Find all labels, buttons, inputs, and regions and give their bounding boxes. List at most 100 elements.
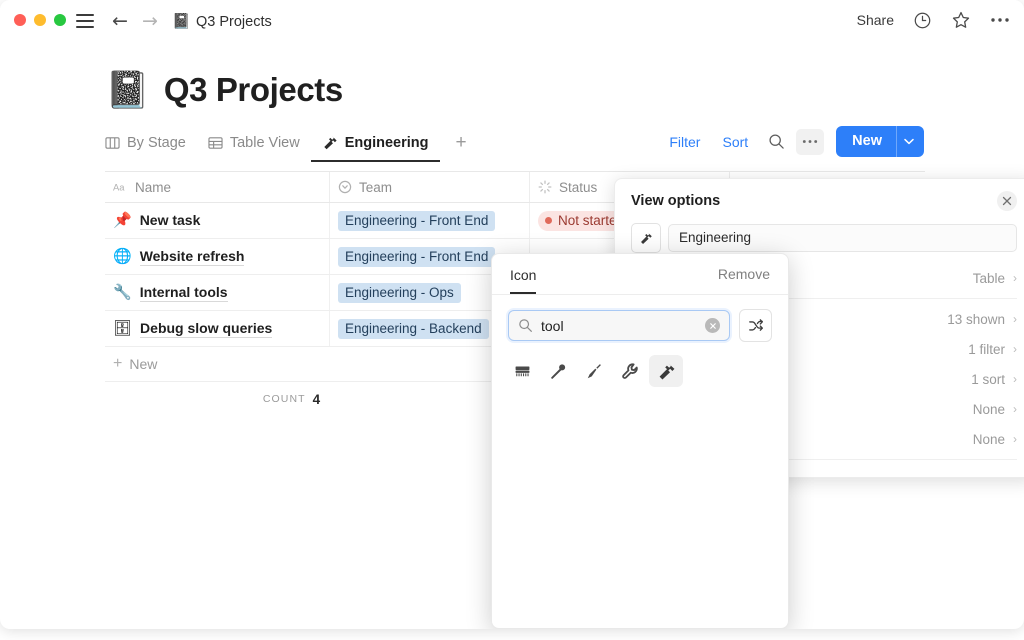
forward-arrow-icon[interactable]: → bbox=[142, 12, 158, 31]
view-option-value: 1 filter bbox=[968, 342, 1005, 357]
chevron-right-icon: › bbox=[1013, 271, 1017, 285]
view-option-value-wrap: 1 sort › bbox=[971, 372, 1017, 387]
tab-label: Table View bbox=[230, 135, 300, 151]
microphone-icon[interactable] bbox=[541, 355, 575, 387]
icon-picker-popup: Icon Remove tool bbox=[491, 253, 789, 629]
view-options-header: View options bbox=[631, 179, 1017, 223]
view-option-value-wrap: None › bbox=[973, 402, 1017, 417]
icon-picker-header: Icon Remove bbox=[492, 254, 788, 295]
cell-team[interactable]: Engineering - Front End bbox=[330, 203, 530, 238]
shuffle-icon[interactable] bbox=[739, 309, 772, 342]
view-option-value: None bbox=[973, 432, 1005, 447]
globe-icon: 🌐 bbox=[113, 248, 132, 266]
cell-name[interactable]: 🗄 Debug slow queries bbox=[105, 311, 330, 346]
count-value: 4 bbox=[313, 392, 321, 407]
count-summary[interactable]: COUNT 4 bbox=[105, 382, 478, 416]
more-options-icon[interactable] bbox=[990, 17, 1010, 23]
tab-engineering[interactable]: Engineering bbox=[311, 135, 440, 162]
select-circle-icon bbox=[338, 180, 352, 194]
sidebar-toggle-icon[interactable] bbox=[76, 14, 94, 28]
tab-table-view[interactable]: Table View bbox=[197, 135, 311, 162]
view-tabs: By Stage Table View bbox=[105, 134, 477, 162]
clear-search-icon[interactable] bbox=[705, 318, 720, 333]
record-title[interactable]: New task bbox=[140, 212, 201, 230]
breadcrumb[interactable]: Q3 Projects bbox=[196, 12, 272, 32]
view-name-row: Engineering bbox=[631, 223, 1017, 253]
board-columns-icon bbox=[105, 136, 120, 150]
clock-icon[interactable] bbox=[913, 11, 932, 30]
icon-results-grid bbox=[492, 342, 788, 387]
team-badge: Engineering - Ops bbox=[338, 283, 461, 303]
file-cabinet-icon: 🗄 bbox=[113, 320, 132, 338]
status-dot-icon bbox=[545, 217, 552, 224]
cell-name[interactable]: 📌 New task bbox=[105, 203, 330, 238]
view-option-value: 13 shown bbox=[947, 312, 1005, 327]
column-header-label: Team bbox=[359, 180, 392, 195]
view-tabs-row: By Stage Table View bbox=[0, 134, 1024, 171]
view-icon-button[interactable] bbox=[631, 223, 661, 253]
wrench-icon[interactable] bbox=[613, 355, 647, 387]
page-emoji-icon[interactable]: 📓 bbox=[105, 68, 150, 112]
hammer-icon[interactable] bbox=[649, 355, 683, 387]
svg-text:Aa: Aa bbox=[113, 182, 125, 192]
view-more-options-button[interactable] bbox=[796, 129, 824, 155]
wrench-icon: 🔧 bbox=[113, 284, 132, 302]
record-title[interactable]: Debug slow queries bbox=[140, 320, 272, 338]
add-new-record-label: New bbox=[129, 356, 157, 372]
record-title[interactable]: Internal tools bbox=[140, 284, 228, 302]
title-bar: ← → 📓 Q3 Projects Share bbox=[0, 0, 1024, 46]
view-options-title: View options bbox=[631, 193, 720, 209]
view-option-value-wrap: None › bbox=[973, 432, 1017, 447]
count-label: COUNT bbox=[263, 393, 306, 405]
view-option-value: Table bbox=[973, 271, 1005, 286]
app-window: ← → 📓 Q3 Projects Share bbox=[0, 0, 1024, 629]
record-title[interactable]: Website refresh bbox=[140, 248, 245, 266]
chevron-right-icon: › bbox=[1013, 432, 1017, 446]
chevron-right-icon: › bbox=[1013, 402, 1017, 416]
column-header-name[interactable]: Aa Name bbox=[105, 172, 330, 202]
team-badge: Engineering - Front End bbox=[338, 211, 495, 231]
sort-button[interactable]: Sort bbox=[714, 129, 756, 155]
icon-search-value[interactable]: tool bbox=[541, 318, 697, 334]
close-window-button[interactable] bbox=[14, 14, 26, 26]
maximize-window-button[interactable] bbox=[54, 14, 66, 26]
search-icon[interactable] bbox=[762, 129, 790, 155]
brush-icon[interactable] bbox=[505, 355, 539, 387]
hammer-icon bbox=[322, 135, 338, 150]
view-name-input[interactable]: Engineering bbox=[668, 224, 1017, 252]
minimize-window-button[interactable] bbox=[34, 14, 46, 26]
column-header-label: Name bbox=[135, 180, 171, 195]
back-arrow-icon[interactable]: ← bbox=[112, 12, 128, 31]
titlebar-actions: Share bbox=[857, 10, 1010, 30]
add-view-button[interactable]: + bbox=[440, 134, 477, 162]
table-grid-icon bbox=[208, 136, 223, 150]
tab-by-stage[interactable]: By Stage bbox=[105, 135, 197, 162]
tab-label: Engineering bbox=[345, 135, 429, 151]
screwdriver-icon[interactable] bbox=[577, 355, 611, 387]
share-button[interactable]: Share bbox=[857, 12, 894, 28]
view-option-value-wrap: 13 shown › bbox=[947, 312, 1017, 327]
cell-name[interactable]: 🌐 Website refresh bbox=[105, 239, 330, 274]
new-record-caret-icon[interactable] bbox=[896, 126, 924, 157]
page-title[interactable]: Q3 Projects bbox=[164, 71, 343, 109]
tab-icon[interactable]: Icon bbox=[510, 254, 536, 294]
traffic-lights bbox=[14, 14, 66, 26]
star-icon[interactable] bbox=[951, 10, 971, 30]
view-option-value-wrap: Table › bbox=[973, 271, 1017, 286]
icon-search-input[interactable]: tool bbox=[508, 310, 730, 341]
view-option-value: 1 sort bbox=[971, 372, 1005, 387]
team-badge: Engineering - Backend bbox=[338, 319, 489, 339]
tab-label: By Stage bbox=[127, 135, 186, 151]
column-header-team[interactable]: Team bbox=[330, 172, 530, 202]
cell-name[interactable]: 🔧 Internal tools bbox=[105, 275, 330, 310]
plus-icon: + bbox=[113, 357, 122, 371]
chevron-right-icon: › bbox=[1013, 312, 1017, 326]
status-spinner-icon bbox=[538, 180, 552, 194]
new-record-button[interactable]: New bbox=[836, 126, 924, 157]
pushpin-icon: 📌 bbox=[113, 212, 132, 230]
chevron-right-icon: › bbox=[1013, 372, 1017, 386]
close-icon[interactable] bbox=[997, 191, 1017, 211]
remove-icon-button[interactable]: Remove bbox=[718, 266, 770, 282]
team-badge: Engineering - Front End bbox=[338, 247, 495, 267]
filter-button[interactable]: Filter bbox=[661, 129, 708, 155]
